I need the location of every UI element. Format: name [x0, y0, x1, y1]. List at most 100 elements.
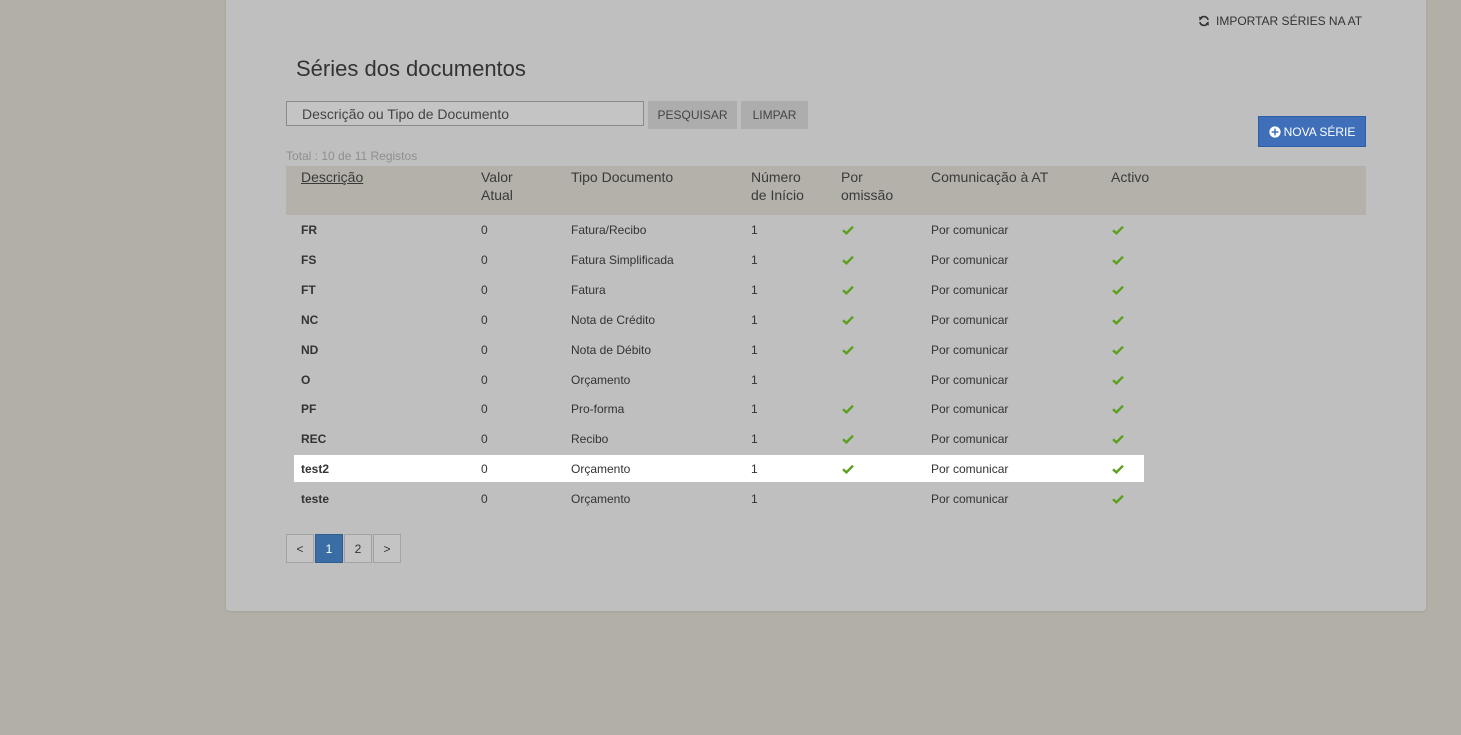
cell-descricao[interactable]: PF [301, 402, 316, 416]
search-input[interactable] [286, 101, 644, 126]
table-row[interactable]: test2 0 Orçamento 1 Por comunicar [294, 455, 1144, 483]
check-icon [1112, 225, 1124, 235]
cell-comunicacao-at: Por comunicar [931, 462, 1009, 477]
pagination-prev-button[interactable]: < [286, 534, 314, 563]
cell-comunicacao-at: Por comunicar [931, 372, 1009, 387]
cell-numero-inicio: 1 [751, 312, 758, 327]
refresh-icon [1199, 15, 1209, 27]
column-header-por-omissao: Por omissão [841, 168, 893, 204]
cell-descricao[interactable]: FR [301, 223, 317, 237]
cell-comunicacao-at: Por comunicar [931, 492, 1009, 507]
check-icon [1112, 465, 1124, 475]
column-header-valor-atual: Valor Atual [481, 168, 513, 204]
cell-valor-atual: 0 [481, 282, 488, 297]
check-icon [1112, 255, 1124, 265]
check-icon [1112, 405, 1124, 415]
column-header-activo: Activo [1111, 169, 1150, 185]
cell-tipo-documento: Fatura Simplificada [571, 252, 674, 267]
cell-descricao[interactable]: FS [301, 253, 316, 267]
cell-valor-atual: 0 [481, 432, 488, 447]
series-panel: IMPORTAR SÉRIES NA AT Séries dos documen… [226, 0, 1426, 611]
cell-numero-inicio: 1 [751, 462, 758, 477]
cell-valor-atual: 0 [481, 372, 488, 387]
new-series-label: NOVA SÉRIE [1283, 124, 1356, 139]
cell-descricao[interactable]: O [301, 373, 310, 387]
cell-numero-inicio: 1 [751, 402, 758, 417]
column-header-numero-inicio: Número de Início [751, 168, 804, 204]
column-header-tipo-documento: Tipo Documento [571, 169, 674, 185]
cell-comunicacao-at: Por comunicar [931, 432, 1009, 447]
table-row[interactable]: ND 0 Nota de Débito 1 Por comunicar [294, 336, 1144, 363]
table-row[interactable]: FS 0 Fatura Simplificada 1 Por comunicar [294, 246, 1144, 273]
table-row[interactable]: PF 0 Pro-forma 1 Por comunicar [294, 395, 1144, 422]
cell-numero-inicio: 1 [751, 252, 758, 267]
cell-comunicacao-at: Por comunicar [931, 342, 1009, 357]
cell-tipo-documento: Orçamento [571, 372, 631, 387]
table-row[interactable]: NC 0 Nota de Crédito 1 Por comunicar [294, 306, 1144, 333]
cell-numero-inicio: 1 [751, 432, 758, 447]
cell-tipo-documento: Nota de Crédito [571, 312, 656, 327]
cell-valor-atual: 0 [481, 402, 488, 417]
cell-valor-atual: 0 [481, 312, 488, 327]
cell-tipo-documento: Fatura [571, 282, 606, 297]
column-header-numero-inicio-line2: de Início [751, 187, 804, 203]
column-header-por-omissao-line2: omissão [841, 187, 894, 203]
check-icon [842, 405, 854, 415]
cell-tipo-documento: Orçamento [571, 492, 631, 507]
table-row[interactable]: O 0 Orçamento 1 Por comunicar [294, 366, 1144, 393]
cell-valor-atual: 0 [481, 223, 488, 237]
column-header-numero-inicio-line1: Número [751, 169, 801, 185]
column-header-comunicacao-at: Comunicação à AT [931, 169, 1049, 185]
pagination-page-1[interactable]: 1 [315, 534, 343, 563]
cell-comunicacao-at: Por comunicar [931, 312, 1009, 327]
check-icon [842, 255, 854, 265]
cell-valor-atual: 0 [481, 462, 488, 477]
cell-comunicacao-at: Por comunicar [931, 223, 1009, 237]
cell-comunicacao-at: Por comunicar [931, 282, 1009, 297]
check-icon [1112, 315, 1124, 325]
total-records: Total : 10 de 11 Registos [286, 149, 418, 163]
cell-comunicacao-at: Por comunicar [931, 402, 1009, 417]
cell-valor-atual: 0 [481, 252, 488, 267]
check-icon [1112, 285, 1124, 295]
cell-numero-inicio: 1 [751, 372, 758, 387]
check-icon [842, 435, 854, 445]
table-row[interactable]: FR 0 Fatura/Recibo 1 Por comunicar [294, 216, 1144, 243]
check-icon [842, 285, 854, 295]
plus-circle-icon [1268, 125, 1281, 138]
check-icon [842, 315, 854, 325]
cell-tipo-documento: Recibo [571, 432, 609, 447]
check-icon [1112, 375, 1124, 385]
cell-numero-inicio: 1 [751, 342, 758, 357]
check-icon [842, 225, 854, 235]
cell-numero-inicio: 1 [751, 223, 758, 237]
column-header-por-omissao-line1: Por [841, 169, 863, 185]
table-row[interactable]: REC 0 Recibo 1 Por comunicar [294, 425, 1144, 452]
cell-numero-inicio: 1 [751, 492, 758, 507]
import-series-link[interactable]: IMPORTAR SÉRIES NA AT [1198, 14, 1362, 28]
cell-descricao[interactable]: FT [301, 283, 316, 297]
import-series-label: IMPORTAR SÉRIES NA AT [1216, 14, 1363, 28]
check-icon [1112, 345, 1124, 355]
check-icon [842, 345, 854, 355]
cell-descricao[interactable]: ND [301, 343, 318, 357]
cell-valor-atual: 0 [481, 492, 488, 507]
cell-descricao[interactable]: test2 [301, 462, 329, 476]
cell-tipo-documento: Nota de Débito [571, 342, 652, 357]
new-series-button[interactable]: NOVA SÉRIE [1258, 116, 1366, 147]
table-row[interactable]: teste 0 Orçamento 1 Por comunicar [294, 485, 1144, 512]
table-row[interactable]: FT 0 Fatura 1 Por comunicar [294, 276, 1144, 303]
cell-valor-atual: 0 [481, 342, 488, 357]
column-header-valor-atual-line2: Atual [481, 187, 513, 203]
pagination-page-2[interactable]: 2 [344, 534, 372, 563]
cell-descricao[interactable]: teste [301, 492, 329, 506]
column-header-descricao[interactable]: Descrição [301, 168, 363, 186]
cell-tipo-documento: Pro-forma [571, 402, 625, 417]
cell-descricao[interactable]: REC [301, 432, 326, 446]
pagination-next-button[interactable]: > [373, 534, 401, 563]
cell-tipo-documento: Orçamento [571, 462, 631, 477]
cell-descricao[interactable]: NC [301, 313, 318, 327]
clear-button[interactable]: LIMPAR [741, 101, 808, 129]
check-icon [842, 465, 854, 475]
search-button[interactable]: PESQUISAR [648, 101, 737, 129]
